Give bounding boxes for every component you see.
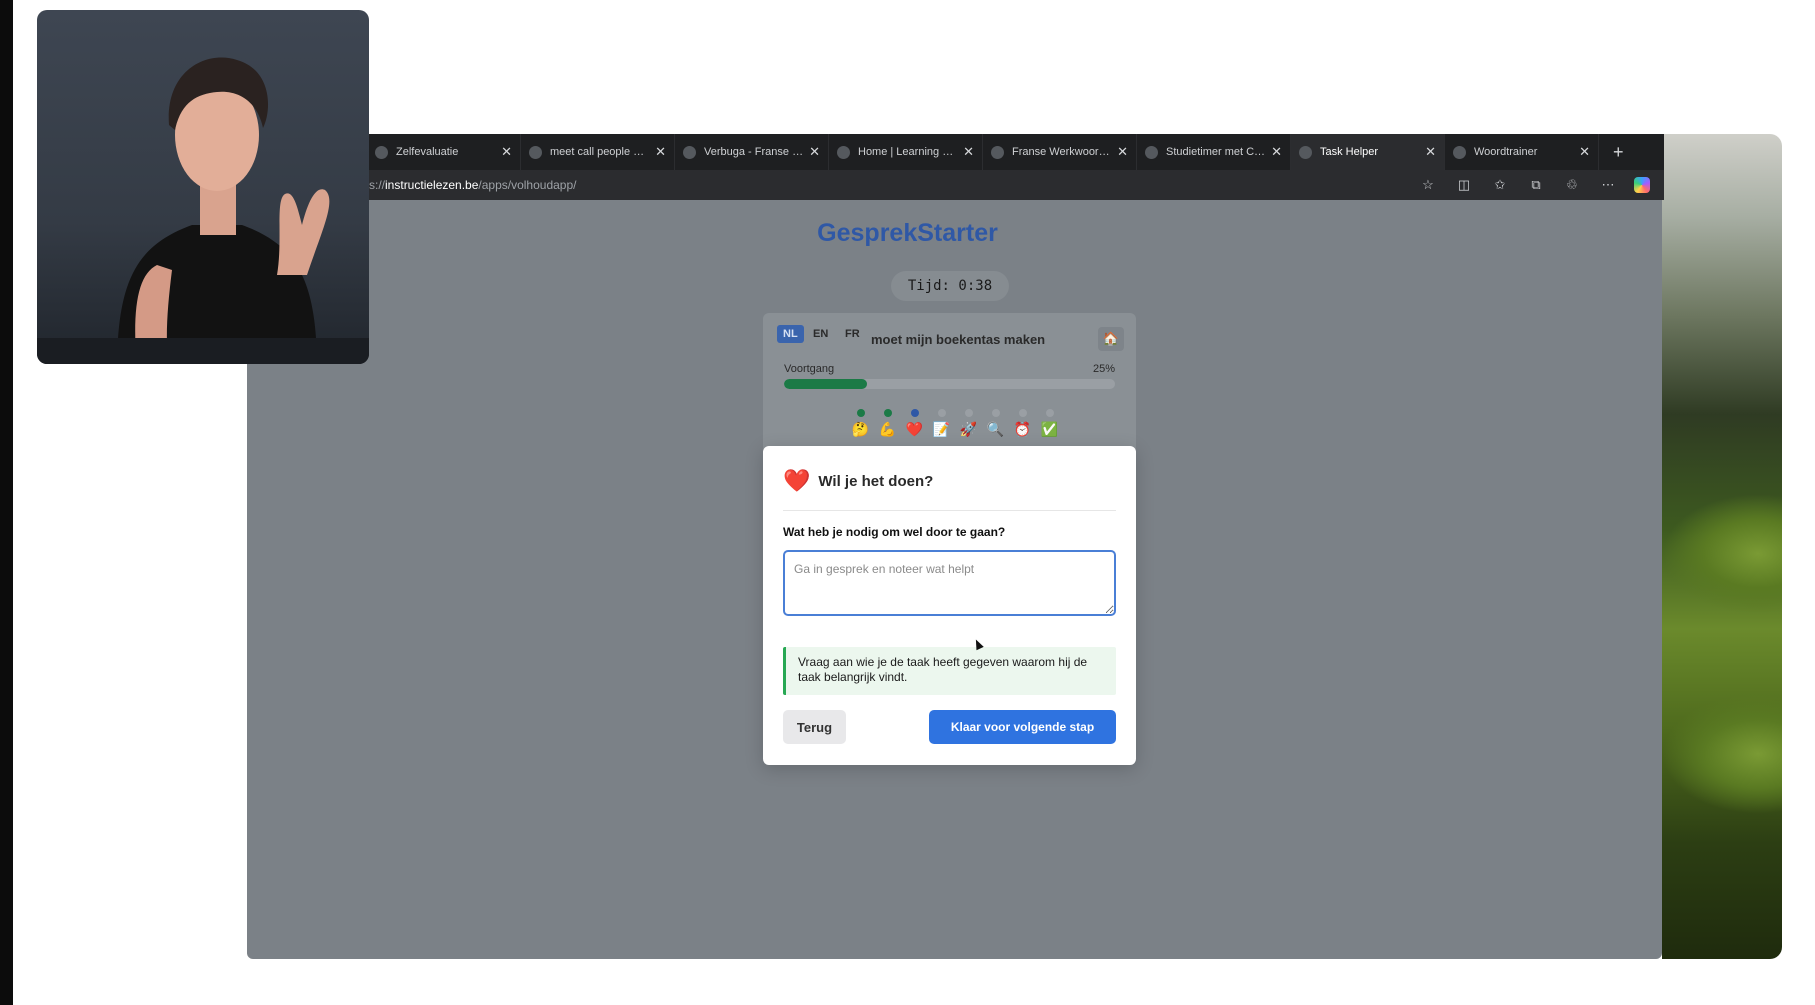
google-icon [529,145,542,159]
progress-percent: 25% [1092,363,1115,375]
progress-fill [784,379,867,389]
tabs-container: Zelfevaluatie ✕ meet call people doing ✕ Ver… [367,134,1599,170]
url-scheme: s:// [369,178,386,192]
tab-title: Franse Werkwoorden [1012,146,1112,158]
browser-tab-3[interactable]: Home | Learning with ✕ [829,134,983,170]
modal-header: ❤️ Wil je het doen? [783,468,933,494]
tab-title: Woordtrainer [1474,146,1538,158]
tab-close-icon[interactable]: ✕ [1579,144,1590,160]
favorite-star-icon[interactable]: ☆ [1410,177,1446,193]
step-item: 🚀 [955,409,982,437]
progress-bar [784,379,1115,389]
split-screen-icon[interactable]: ◫ [1446,177,1482,193]
step-emoji-icon: 🔍 [986,421,1005,437]
step-dot [991,409,1000,417]
step-modal: ❤️ Wil je het doen? Wat heb je nodig om … [763,446,1136,765]
step-item: ⏰ [1009,409,1036,437]
url-host: instructielezen.be [385,178,479,192]
next-step-button[interactable]: Klaar voor volgende stap [929,710,1116,744]
step-emoji-icon: ✅ [1040,421,1059,437]
tip-box: Vraag aan wie je de taak heeft gegeven w… [783,647,1116,695]
left-edge-strip [0,0,13,1005]
step-dot [856,409,865,417]
globe-icon [1453,145,1466,159]
step-dot [883,409,892,417]
browser-tab-2[interactable]: Verbuga - Franse werk ✕ [675,134,829,170]
step-emoji-icon: 🤔 [851,421,870,437]
new-tab-button[interactable]: + [1613,142,1624,163]
tab-title: meet call people doing [550,146,650,158]
language-nl-button[interactable]: NL [777,325,804,343]
task-card: NL EN FR moet mijn boekentas maken 🏠 Voo… [763,313,1136,453]
webcam-desk [37,338,369,364]
url-field[interactable]: s://instructielezen.be/apps/volhoudapp/ [367,178,1410,192]
browser-tab-7[interactable]: Woordtrainer ✕ [1445,134,1599,170]
home-icon[interactable]: 🏠 [1098,327,1124,351]
step-dot [910,409,919,417]
tab-title: Verbuga - Franse werk [704,146,803,158]
collections-icon[interactable]: ⧉ [1518,177,1554,193]
app-icon [1299,145,1312,159]
step-emoji-icon: 💪 [878,421,897,437]
screen: Zelfevaluatie ✕ meet call people doing ✕ Ver… [0,0,1815,1005]
question-label: Wat heb je nodig om wel door te gaan? [783,525,1006,539]
address-bar: s://instructielezen.be/apps/volhoudapp/ … [367,170,1664,200]
tab-close-icon[interactable]: ✕ [1117,144,1128,160]
step-emoji-icon: 📝 [932,421,951,437]
modal-title: Wil je het doen? [818,472,934,490]
answer-textarea[interactable] [783,550,1116,616]
presenter-figure [117,57,330,364]
step-dot [937,409,946,417]
tab-close-icon[interactable]: ✕ [809,144,820,160]
tab-title: Zelfevaluatie [396,146,459,158]
task-text: moet mijn boekentas maken [871,332,1046,347]
tab-close-icon[interactable]: ✕ [501,144,512,160]
tab-close-icon[interactable]: ✕ [963,144,974,160]
extensions-icon[interactable]: ♲ [1554,177,1590,193]
step-item: ✅ [1036,409,1063,437]
tab-close-icon[interactable]: ✕ [1425,144,1436,160]
browser-tab-6[interactable]: Task Helper ✕ [1291,134,1445,170]
step-dot [964,409,973,417]
doc-icon [683,145,696,159]
tab-title: Home | Learning with [858,146,958,158]
step-emoji-icon: ⏰ [1013,421,1032,437]
modal-divider [783,510,1116,511]
browser-tab-4[interactable]: Franse Werkwoorden ✕ [983,134,1137,170]
url-path: /apps/volhoudapp/ [478,178,577,192]
site-icon [991,145,1004,159]
webcam-overlay [37,10,369,364]
step-item: 🤔 [847,409,874,437]
step-dot [1018,409,1027,417]
step-item: 🔍 [982,409,1009,437]
copilot-icon[interactable] [1634,177,1650,193]
heart-icon: ❤️ [783,468,811,493]
browser-tab-5[interactable]: Studietimer met Chec ✕ [1137,134,1291,170]
step-dot [1045,409,1054,417]
step-item: ❤️ [901,409,928,437]
step-item: 📝 [928,409,955,437]
language-fr-button[interactable]: FR [839,325,866,343]
step-emoji-icon: 🚀 [959,421,978,437]
progress-label: Voortgang [784,363,835,375]
desktop-wallpaper [1662,134,1782,959]
browser-tab-0[interactable]: Zelfevaluatie ✕ [367,134,521,170]
favorites-icon[interactable]: ✩ [1482,177,1518,193]
more-menu-icon[interactable]: ⋯ [1590,177,1626,193]
site-icon [837,145,850,159]
language-en-button[interactable]: EN [807,325,834,343]
browser-tab-1[interactable]: meet call people doing ✕ [521,134,675,170]
doc-icon [1145,145,1158,159]
step-emoji-icon: ❤️ [905,421,924,437]
tab-close-icon[interactable]: ✕ [655,144,666,160]
step-indicator: 🤔 💪 ❤️ 📝 🚀 🔍 ⏰ ✅ [847,409,1063,437]
back-button[interactable]: Terug [783,710,846,744]
step-item: 💪 [874,409,901,437]
timer-badge: Tijd: 0:38 [891,271,1009,301]
tab-close-icon[interactable]: ✕ [1271,144,1282,160]
tab-title: Task Helper [1320,146,1379,158]
tab-bar: Zelfevaluatie ✕ meet call people doing ✕ Ver… [367,134,1664,170]
tab-title: Studietimer met Chec [1166,146,1266,158]
globe-icon [375,145,388,159]
